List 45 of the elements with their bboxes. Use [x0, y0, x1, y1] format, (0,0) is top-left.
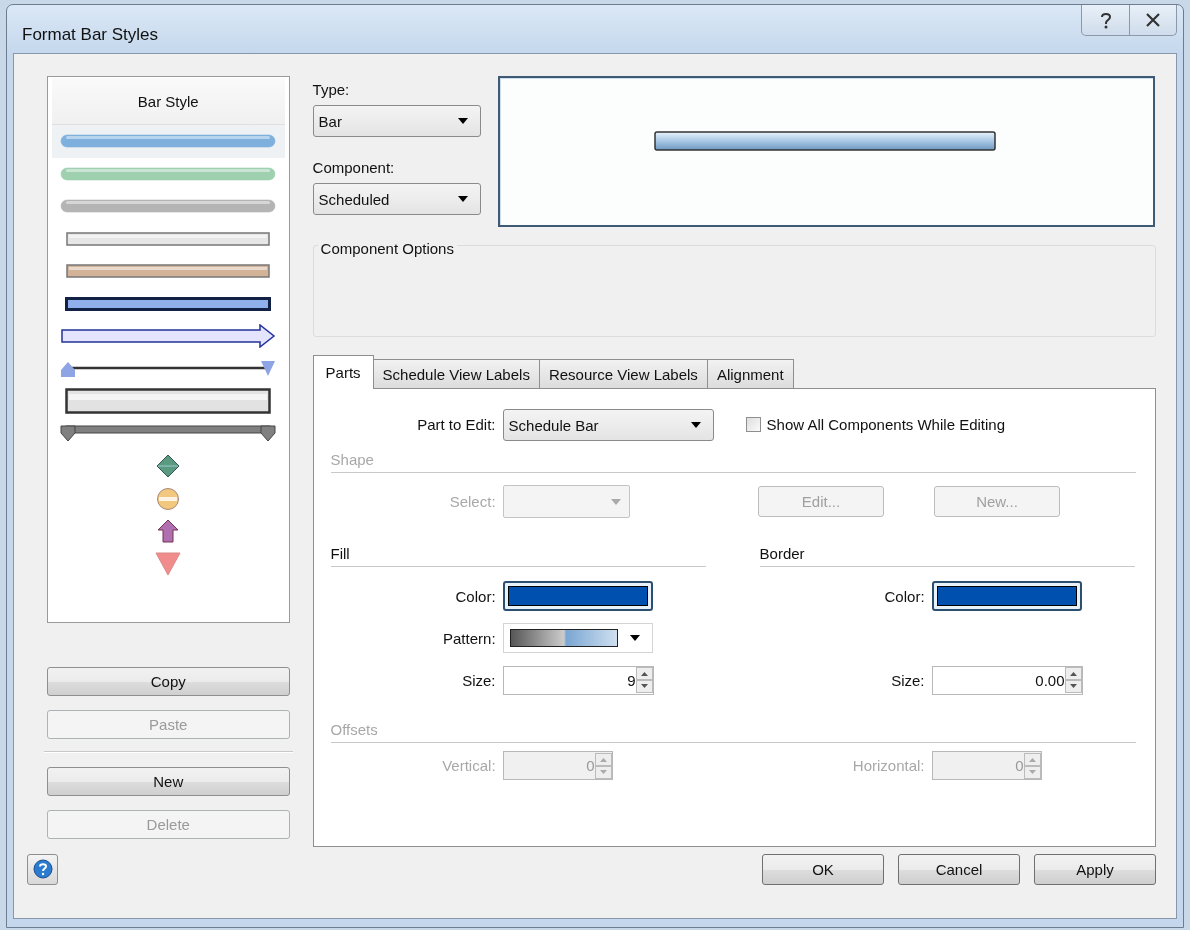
show-all-checkbox[interactable]: Show All Components While Editing	[745, 415, 1005, 433]
field-label: Color:	[883, 587, 926, 605]
component-dropdown[interactable]: Scheduled	[312, 183, 481, 215]
dialog-button[interactable]: Cancel	[898, 853, 1020, 885]
list-button[interactable]: Copy	[47, 667, 290, 696]
part-dropdown[interactable]: Schedule Bar	[502, 409, 714, 441]
dropdown-arrow-icon	[629, 635, 640, 641]
group-heading: Fill	[330, 545, 350, 562]
tab[interactable]: Schedule View Labels	[372, 359, 540, 388]
pattern-dropdown[interactable]	[502, 623, 653, 653]
tab[interactable]: Alignment	[706, 359, 794, 388]
field-label: Type:	[312, 81, 351, 100]
field-label: Select:	[448, 493, 497, 510]
dialog-button[interactable]: OK	[762, 853, 884, 885]
color-picker[interactable]	[931, 581, 1082, 611]
window-title: Format Bar Styles	[22, 25, 159, 45]
group-heading: Border	[759, 545, 805, 562]
field-label: Pattern:	[442, 629, 497, 647]
field-label: Color:	[454, 587, 497, 605]
field-label: Component:	[312, 159, 396, 178]
dialog-button[interactable]: Apply	[1034, 853, 1156, 885]
column-header: Bar Style	[52, 78, 285, 125]
field-label: Vertical:	[441, 757, 497, 774]
help-icon[interactable]	[27, 853, 58, 885]
dropdown-arrow-icon	[457, 196, 468, 202]
spinner-icon[interactable]	[1064, 667, 1082, 693]
number-field[interactable]: 0.00	[931, 665, 1083, 695]
list-button[interactable]: New	[47, 767, 290, 796]
color-picker[interactable]	[502, 581, 653, 611]
range-line-icon	[60, 359, 277, 378]
group-heading: Shape	[330, 451, 374, 468]
type-dropdown[interactable]: Bar	[312, 105, 481, 137]
field-label: Part to Edit:	[416, 415, 497, 433]
dropdown-arrow-icon	[610, 498, 621, 505]
group-heading: Component Options	[317, 240, 457, 257]
group-heading: Offsets	[330, 721, 378, 738]
field-label: Size:	[890, 671, 926, 689]
number-field[interactable]: 9	[502, 665, 654, 695]
dropdown-arrow-icon	[690, 422, 701, 428]
spinner-icon[interactable]	[635, 667, 653, 693]
field-label: Horizontal:	[851, 757, 926, 774]
field-label: Size:	[461, 671, 497, 689]
tab[interactable]: Parts	[312, 355, 374, 389]
dropdown-arrow-icon	[457, 118, 468, 124]
tab[interactable]: Resource View Labels	[538, 359, 708, 388]
